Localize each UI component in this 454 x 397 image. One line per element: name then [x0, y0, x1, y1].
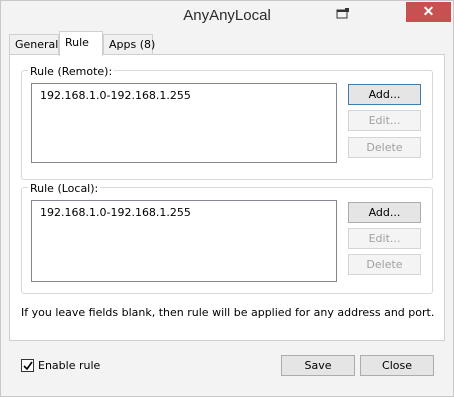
window-title: AnyAnyLocal — [183, 7, 271, 24]
close-icon: ✕ — [422, 3, 435, 19]
dialog-window: AnyAnyLocal ✕ General Rule Apps (8) Rule… — [0, 0, 454, 397]
tab-general[interactable]: General — [9, 34, 59, 55]
checkmark-icon — [23, 361, 33, 371]
rule-remote-edit-button[interactable]: Edit... — [348, 110, 421, 131]
close-button[interactable]: Close — [360, 355, 434, 376]
rule-local-add-button[interactable]: Add... — [348, 202, 421, 223]
close-window-button[interactable]: ✕ — [406, 2, 451, 22]
rule-remote-label: Rule (Remote): — [28, 65, 115, 78]
rule-local-edit-button[interactable]: Edit... — [348, 228, 421, 249]
tab-label: General — [15, 38, 59, 51]
rule-remote-add-button[interactable]: Add... — [348, 84, 421, 105]
tab-rule[interactable]: Rule — [59, 31, 103, 56]
restore-icon[interactable] — [331, 4, 355, 24]
rule-remote-delete-button[interactable]: Delete — [348, 137, 421, 158]
rule-remote-list[interactable]: 192.168.1.0-192.168.1.255 — [31, 83, 337, 163]
tab-label: Rule — [65, 36, 89, 49]
rule-local-delete-button[interactable]: Delete — [348, 254, 421, 275]
help-note: If you leave fields blank, then rule wil… — [21, 306, 435, 319]
list-item[interactable]: 192.168.1.0-192.168.1.255 — [40, 206, 191, 219]
rule-local-list[interactable]: 192.168.1.0-192.168.1.255 — [31, 200, 337, 282]
enable-rule-checkbox[interactable] — [21, 359, 34, 372]
save-button[interactable]: Save — [281, 355, 355, 376]
tab-label: Apps (8) — [109, 38, 156, 51]
rule-tab-panel: Rule (Remote): 192.168.1.0-192.168.1.255… — [9, 54, 445, 341]
tab-apps[interactable]: Apps (8) — [103, 34, 156, 55]
rule-local-label: Rule (Local): — [28, 182, 101, 195]
list-item[interactable]: 192.168.1.0-192.168.1.255 — [40, 89, 191, 102]
enable-rule-label[interactable]: Enable rule — [38, 359, 100, 372]
title-bar[interactable]: AnyAnyLocal ✕ — [1, 1, 453, 32]
